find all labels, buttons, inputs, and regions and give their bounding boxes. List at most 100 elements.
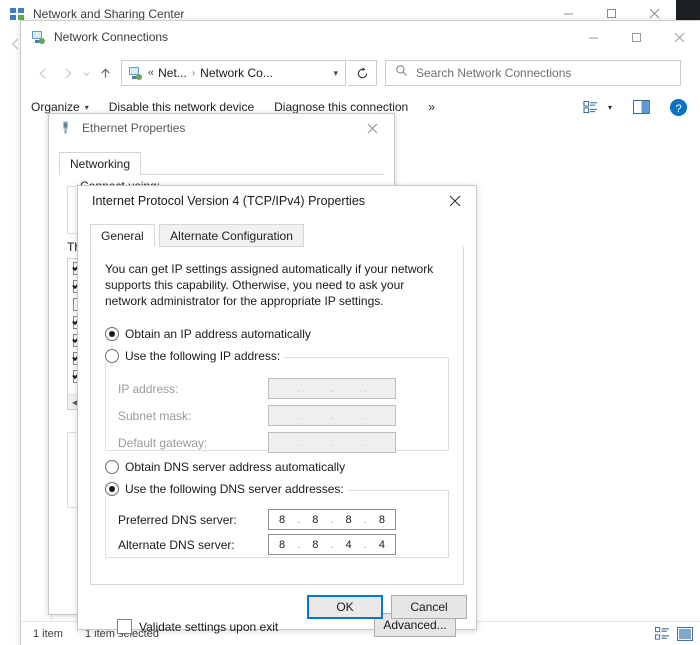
subnet-mask-label: Subnet mask: xyxy=(118,409,268,423)
nc-navigation-bar: « Net... › Network Co... ▾ xyxy=(21,53,700,93)
octet-4: 4 xyxy=(371,539,393,551)
radio-obtain-dns-automatically[interactable]: Obtain DNS server address automatically xyxy=(105,460,345,474)
ipv4-body: General Alternate Configuration You can … xyxy=(78,216,476,629)
close-icon[interactable] xyxy=(351,114,394,142)
breadcrumb-separator: › xyxy=(192,68,195,79)
svg-text:?: ? xyxy=(675,102,681,114)
radio-label: Use the following IP address: xyxy=(125,349,280,363)
ipv4-properties-window: Internet Protocol Version 4 (TCP/IPv4) P… xyxy=(77,185,477,630)
ipv4-footer: OK Cancel xyxy=(78,585,476,629)
search-input[interactable]: Search Network Connections xyxy=(385,60,681,86)
tab-general[interactable]: General xyxy=(90,224,155,247)
radio-label: Use the following DNS server addresses: xyxy=(125,482,344,496)
close-icon[interactable] xyxy=(658,23,700,51)
close-icon[interactable] xyxy=(433,187,476,215)
octet-separator: . xyxy=(297,514,300,526)
octet-separator: . xyxy=(297,383,300,395)
octet-separator: . xyxy=(330,539,333,551)
octet-separator: . xyxy=(330,437,333,449)
radio-use-following-dns[interactable]: Use the following DNS server addresses: xyxy=(105,482,348,496)
nsc-title: Network and Sharing Center xyxy=(33,7,547,21)
screen: Network and Sharing Center xyxy=(0,0,700,645)
forward-arrow-icon[interactable] xyxy=(55,61,79,85)
intro-text: You can get IP settings assigned automat… xyxy=(105,261,447,309)
octet-separator: . xyxy=(330,410,333,422)
address-bar[interactable]: « Net... › Network Co... ▾ xyxy=(121,60,346,86)
subnet-mask-row: Subnet mask: . . . xyxy=(118,405,396,426)
octet-3: 4 xyxy=(338,539,360,551)
up-arrow-icon[interactable] xyxy=(93,61,117,85)
recent-locations-icon[interactable] xyxy=(79,61,93,85)
ipv4-caption-buttons xyxy=(433,187,476,215)
octet-1: 8 xyxy=(271,514,293,526)
eth-titlebar[interactable]: Ethernet Properties xyxy=(49,114,394,143)
chevron-down-icon[interactable]: ▾ xyxy=(333,68,338,79)
maximize-icon[interactable] xyxy=(615,23,658,51)
alternate-dns-input[interactable]: 8 . 8 . 4 . 4 xyxy=(268,534,396,555)
help-icon[interactable]: ? xyxy=(669,98,688,117)
octet-separator: . xyxy=(297,437,300,449)
radio-indicator xyxy=(105,482,119,496)
alternate-dns-label: Alternate DNS server: xyxy=(118,538,268,552)
octet-separator: . xyxy=(330,514,333,526)
octet-separator: . xyxy=(364,539,367,551)
ip-address-input[interactable]: . . . xyxy=(268,378,396,399)
preview-pane-icon[interactable] xyxy=(633,100,650,114)
octet-1: 8 xyxy=(271,539,293,551)
subnet-mask-input[interactable]: . . . xyxy=(268,405,396,426)
breadcrumb-segment-1[interactable]: Net... xyxy=(158,66,187,80)
ipv4-titlebar[interactable]: Internet Protocol Version 4 (TCP/IPv4) P… xyxy=(78,186,476,217)
radio-obtain-ip-automatically[interactable]: Obtain an IP address automatically xyxy=(105,327,311,341)
radio-use-following-ip[interactable]: Use the following IP address: xyxy=(105,349,284,363)
nc-titlebar[interactable]: Network Connections xyxy=(21,21,700,54)
octet-4: 8 xyxy=(371,514,393,526)
tab-alternate-configuration[interactable]: Alternate Configuration xyxy=(159,224,304,247)
search-placeholder: Search Network Connections xyxy=(416,66,571,80)
octet-2: 8 xyxy=(304,539,326,551)
ip-fields-group: IP address: . . . Subnet mask: xyxy=(105,357,449,451)
radio-indicator xyxy=(105,327,119,341)
radio-label: Obtain an IP address automatically xyxy=(125,327,311,341)
refresh-icon[interactable] xyxy=(348,60,377,86)
view-options-icon[interactable] xyxy=(583,100,598,114)
chevron-down-icon[interactable]: ▾ xyxy=(608,103,612,112)
ip-address-label: IP address: xyxy=(118,382,268,396)
default-gateway-input[interactable]: . . . xyxy=(268,432,396,453)
minimize-icon[interactable] xyxy=(572,23,615,51)
organize-label: Organize xyxy=(31,100,80,114)
network-connections-icon xyxy=(30,29,46,45)
preferred-dns-input[interactable]: 8 . 8 . 8 . 8 xyxy=(268,509,396,530)
search-icon xyxy=(395,64,408,82)
large-icons-view-icon[interactable] xyxy=(677,627,693,641)
default-gateway-row: Default gateway: . . . xyxy=(118,432,396,453)
toolbar-overflow-button[interactable]: » xyxy=(418,94,445,120)
octet-separator: . xyxy=(297,539,300,551)
octet-2: 8 xyxy=(304,514,326,526)
ok-button[interactable]: OK xyxy=(307,595,383,619)
details-view-icon[interactable] xyxy=(655,627,670,641)
eth-tabstrip: Networking xyxy=(59,152,384,175)
eth-caption-buttons xyxy=(351,114,394,142)
toolbar-right-group: ▾ ? xyxy=(578,98,700,117)
radio-indicator xyxy=(105,460,119,474)
status-view-buttons xyxy=(648,627,700,641)
radio-indicator xyxy=(105,349,119,363)
octet-separator: . xyxy=(330,383,333,395)
octet-separator: . xyxy=(364,514,367,526)
octet-separator: . xyxy=(364,437,367,449)
octet-separator: . xyxy=(364,410,367,422)
octet-separator: . xyxy=(364,383,367,395)
radio-label: Obtain DNS server address automatically xyxy=(125,460,345,474)
back-arrow-icon[interactable] xyxy=(31,61,55,85)
address-network-connections-icon xyxy=(127,65,143,81)
breadcrumb-overflow[interactable]: « xyxy=(148,67,154,79)
chevron-down-icon: ▾ xyxy=(85,103,89,112)
breadcrumb-segment-2[interactable]: Network Co... xyxy=(200,66,273,80)
ethernet-adapter-icon xyxy=(58,120,74,136)
octet-separator: . xyxy=(297,410,300,422)
tab-networking[interactable]: Networking xyxy=(59,152,141,175)
cancel-button[interactable]: Cancel xyxy=(391,595,467,619)
nc-title: Network Connections xyxy=(54,30,572,44)
octet-3: 8 xyxy=(338,514,360,526)
ip-address-row: IP address: . . . xyxy=(118,378,396,399)
